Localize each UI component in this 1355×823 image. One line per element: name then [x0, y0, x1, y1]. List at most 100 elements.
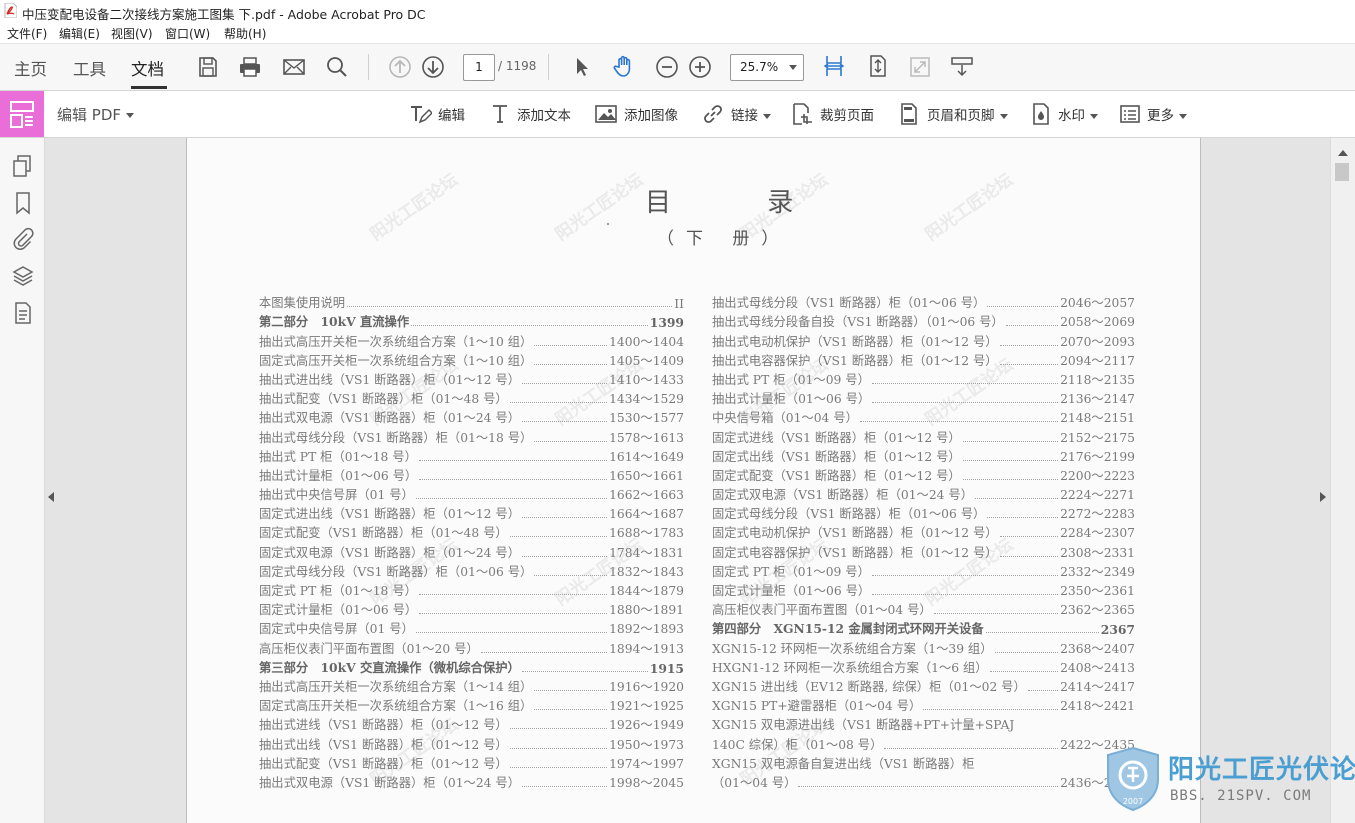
toc-entry-title: XGN15 双电源进出线（VS1 断路器+PT+计量+SPAJ — [712, 718, 1015, 733]
toc-entry-title: 第三部分 10kV 交直流操作（微机综合保护） — [259, 659, 520, 675]
more-icon[interactable] — [1118, 102, 1142, 126]
bookmark-icon[interactable] — [11, 191, 35, 215]
tab-document[interactable]: 文档 — [131, 56, 164, 80]
toc-page-range: 2362～2365 — [1060, 603, 1135, 618]
document-properties-icon[interactable] — [11, 301, 35, 325]
document-title: 目 录 — [645, 188, 838, 218]
toc-row: 固定式出线（VS1 断路器）柜（01～12 号） 2176～2199 — [712, 446, 1135, 465]
menu-view[interactable]: 视图(V) — [111, 25, 153, 42]
page-number-input[interactable]: 1 — [463, 54, 495, 81]
toc-leader-dots — [534, 574, 608, 576]
menu-edit[interactable]: 编辑(E) — [59, 25, 100, 42]
mail-icon[interactable] — [282, 55, 306, 79]
toc-page-range: 2176～2199 — [1060, 449, 1135, 464]
toc-leader-dots — [999, 363, 1059, 365]
toc-entry-title: 抽出式母线分段备自投（VS1 断路器）（01～06 号） — [712, 315, 1004, 330]
toc-page-range: 2367 — [1100, 622, 1135, 638]
add-image-icon[interactable] — [594, 102, 618, 126]
toc-row: XGN15 进出线（EV12 断路器, 综保）柜（01～02 号） 2414～24… — [712, 676, 1135, 695]
thumbnails-icon[interactable] — [11, 154, 35, 178]
print-icon[interactable] — [238, 55, 262, 79]
collapse-left-icon[interactable] — [48, 492, 54, 502]
toc-entry-title: 固定式出线（VS1 断路器）柜（01～12 号） — [712, 449, 961, 464]
tab-tools[interactable]: 工具 — [73, 56, 106, 80]
watermark-menu[interactable]: 水印 — [1058, 104, 1098, 124]
toc-leader-dots — [480, 651, 608, 653]
toc-row: 抽出式出线（VS1 断路器）柜（01～12 号） 1950～1973 — [259, 733, 684, 752]
toc-page-range: 2136～2147 — [1060, 392, 1135, 407]
more-menu[interactable]: 更多 — [1147, 104, 1187, 124]
crop-icon[interactable] — [790, 102, 814, 126]
forum-logo-watermark: 2007 阳光工匠光伏论坛 BBS. 21SPV. COM — [1102, 744, 1355, 823]
scan-speck — [607, 223, 609, 225]
toc-entry-title: 第二部分 10kV 直流操作 — [259, 314, 410, 330]
toc-leader-dots — [534, 440, 608, 442]
toc-entry-title: XGN15 PT+避雷器柜（01～04 号） — [712, 699, 922, 714]
collapse-right-icon[interactable] — [1320, 492, 1326, 502]
add-text-icon[interactable] — [488, 102, 512, 126]
menu-window[interactable]: 窗口(W) — [165, 25, 210, 42]
zoom-select[interactable]: 25.7% — [730, 54, 804, 81]
link-menu[interactable]: 链接 — [731, 104, 771, 124]
prev-page-icon[interactable] — [388, 55, 412, 79]
fit-width-icon[interactable] — [822, 54, 846, 78]
toc-entry-title: 固定式母线分段（VS1 断路器）柜（01～06 号） — [712, 507, 986, 522]
read-mode-icon[interactable] — [950, 55, 974, 79]
scroll-thumb[interactable] — [1335, 163, 1349, 181]
pdf-file-icon — [4, 2, 18, 19]
shield-logo-icon: 2007 — [1107, 746, 1159, 812]
toc-leader-dots — [987, 306, 1059, 308]
menu-help[interactable]: 帮助(H) — [224, 25, 266, 42]
next-page-icon[interactable] — [421, 55, 445, 79]
search-icon[interactable] — [325, 55, 349, 79]
attachment-icon[interactable] — [11, 227, 35, 251]
toc-leader-dots — [999, 555, 1059, 557]
toc-entry-title: 抽出式双电源（VS1 断路器）柜（01～24 号） — [259, 775, 520, 790]
edit-pdf-icon[interactable] — [0, 91, 44, 137]
toc-row: 抽出式 PT 柜（01～09 号） 2118～2135 — [712, 369, 1135, 388]
crop-page-button[interactable]: 裁剪页面 — [820, 104, 874, 124]
layers-icon[interactable] — [11, 264, 35, 288]
vertical-scrollbar[interactable] — [1330, 138, 1355, 823]
link-icon[interactable] — [701, 102, 725, 126]
menu-file[interactable]: 文件(F) — [7, 25, 47, 42]
toc-page-range: II — [674, 297, 684, 312]
add-image-button[interactable]: 添加图像 — [624, 104, 678, 124]
toc-row: 抽出式双电源（VS1 断路器）柜（01～24 号） 1530～1577 — [259, 407, 684, 426]
select-cursor-icon[interactable] — [570, 55, 594, 79]
save-icon[interactable] — [196, 55, 220, 79]
edit-text-icon[interactable] — [408, 102, 432, 126]
hand-icon[interactable] — [612, 54, 636, 78]
toc-leader-dots — [884, 747, 1059, 749]
toc-page-range: 1400～1404 — [609, 334, 684, 349]
toc-row: XGN15 双电源进出线（VS1 断路器+PT+计量+SPAJ — [712, 714, 1135, 733]
toc-entry-title: HXGN1-12 环网柜一次系统组合方案（1～6 组） — [712, 660, 988, 675]
chevron-down-icon — [1179, 113, 1187, 119]
toc-leader-dots — [999, 344, 1059, 346]
add-text-button[interactable]: 添加文本 — [517, 104, 571, 124]
toc-page-range: 2224～2271 — [1060, 488, 1135, 503]
zoom-out-icon[interactable] — [655, 55, 679, 79]
toc-leader-dots — [1005, 325, 1059, 327]
toolbar-divider — [548, 54, 549, 80]
toc-entry-title: 抽出式 PT 柜（01～09 号） — [712, 372, 870, 387]
toc-page-range: 1844～1879 — [609, 584, 684, 598]
fit-page-icon[interactable] — [866, 54, 890, 78]
edit-button[interactable]: 编辑 — [438, 104, 465, 124]
watermark-icon[interactable] — [1029, 102, 1053, 126]
header-footer-icon[interactable] — [897, 102, 921, 126]
header-footer-menu[interactable]: 页眉和页脚 — [927, 104, 1008, 124]
zoom-in-icon[interactable] — [688, 55, 712, 79]
tab-home[interactable]: 主页 — [14, 56, 47, 80]
scroll-up-icon[interactable] — [1338, 150, 1348, 156]
toc-entry-title: 抽出式双电源（VS1 断路器）柜（01～24 号） — [259, 411, 520, 426]
toc-leader-dots — [522, 517, 608, 519]
toc-entry-title: 固定式中央信号屏（01 号） — [259, 622, 414, 637]
toc-leader-dots — [419, 478, 608, 480]
toc-leader-dots — [962, 478, 1059, 480]
toc-row: 固定式计量柜（01～06 号） 1880～1891 — [259, 599, 684, 618]
toc-leader-dots — [509, 747, 608, 749]
edit-pdf-menu[interactable]: 编辑 PDF — [57, 104, 134, 125]
toc-page-range: 2094～2117 — [1060, 353, 1135, 368]
full-screen-icon[interactable] — [908, 55, 932, 79]
